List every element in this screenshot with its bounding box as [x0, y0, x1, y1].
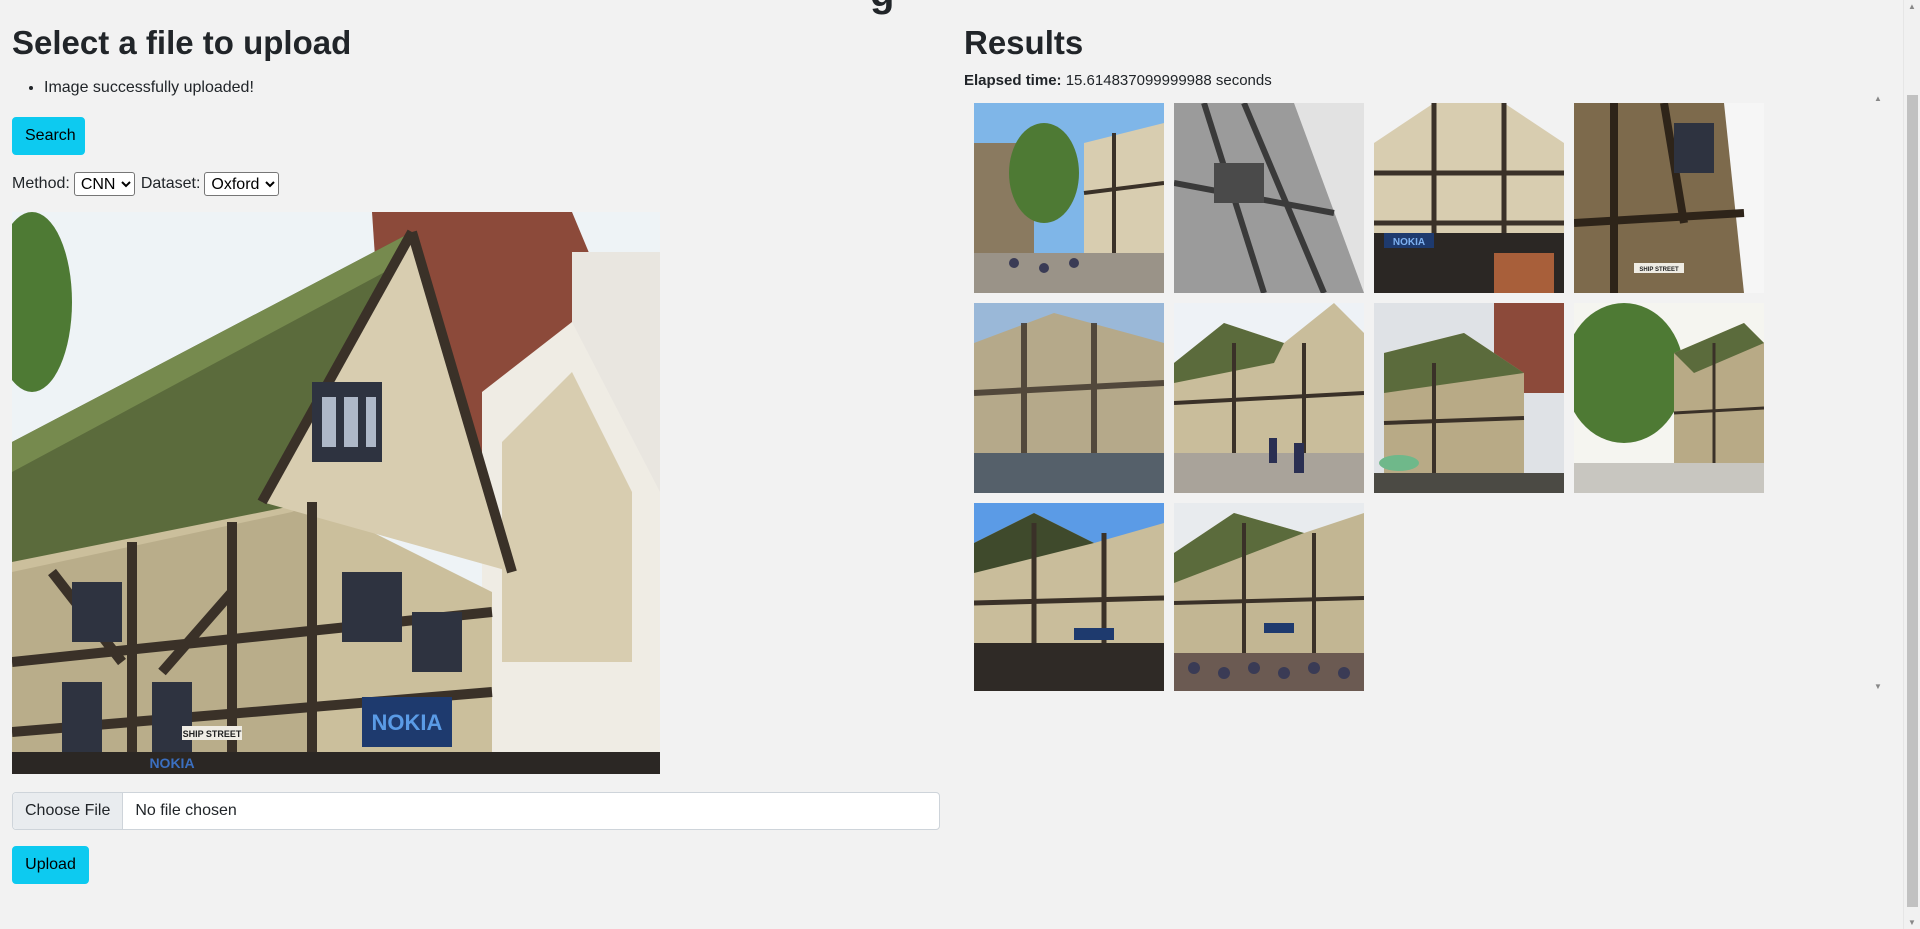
result-thumbnail[interactable]	[1374, 303, 1564, 493]
elapsed-value: 15.614837099999988 seconds	[1065, 72, 1272, 89]
tudor-building-image: NOKIA SHIP STREET NOKIA	[12, 212, 660, 774]
uploaded-image-preview: NOKIA SHIP STREET NOKIA	[12, 212, 660, 774]
page-scroll-thumb[interactable]	[1907, 95, 1918, 907]
result-thumbnail[interactable]	[974, 103, 1164, 293]
method-label: Method:	[12, 175, 70, 192]
result-thumbnail[interactable]	[1574, 303, 1764, 493]
dataset-label: Dataset:	[140, 175, 201, 192]
search-options: Method: CNN Dataset: Oxford	[12, 172, 280, 196]
ship-street-sign: SHIP STREET	[183, 729, 242, 739]
result-thumbnail[interactable]	[974, 503, 1164, 691]
results-title: Results	[964, 24, 1084, 61]
file-status: No file chosen	[135, 802, 237, 819]
results-scroll-area[interactable]: NOKIA SHIP STREET	[964, 94, 1876, 691]
results-grid: NOKIA SHIP STREET	[974, 103, 1764, 691]
flash-message: Image successfully uploaded!	[44, 79, 254, 97]
elapsed-label: Elapsed time:	[964, 72, 1062, 89]
results-scrollbar[interactable]: ▲ ▼	[1873, 94, 1885, 691]
upload-button[interactable]: Upload	[12, 846, 89, 884]
result-thumbnail[interactable]	[1174, 103, 1364, 293]
nokia-sign-text: NOKIA	[372, 710, 443, 735]
page-scroll-up-icon[interactable]: ▲	[1908, 2, 1916, 11]
result-thumbnail[interactable]	[1174, 303, 1364, 493]
result-thumbnail[interactable]: SHIP STREET	[1574, 103, 1764, 293]
page-heading-partial: g	[870, 0, 910, 13]
elapsed-time: Elapsed time: 15.614837099999988 seconds	[964, 72, 1272, 89]
dataset-select[interactable]: Oxford	[204, 172, 280, 196]
thumbnail-sign: SHIP STREET	[1639, 267, 1679, 273]
file-input[interactable]: Choose File No file chosen	[12, 792, 940, 830]
choose-file-button[interactable]: Choose File	[13, 793, 124, 829]
nokia-lower-sign: NOKIA	[149, 755, 194, 771]
result-thumbnail[interactable]	[1174, 503, 1364, 691]
scroll-up-arrow-icon[interactable]: ▲	[1874, 94, 1882, 103]
result-thumbnail[interactable]	[974, 303, 1164, 493]
page-scrollbar[interactable]: ▲ ▼	[1903, 0, 1920, 929]
search-button[interactable]: Search	[12, 117, 85, 155]
thumbnail-sign: NOKIA	[1393, 237, 1425, 248]
result-thumbnail[interactable]: NOKIA	[1374, 103, 1564, 293]
scroll-down-arrow-icon[interactable]: ▼	[1874, 682, 1882, 691]
flash-messages: Image successfully uploaded!	[12, 79, 254, 97]
page-scroll-down-icon[interactable]: ▼	[1908, 918, 1916, 927]
method-select[interactable]: CNN	[73, 172, 135, 196]
upload-title: Select a file to upload	[12, 24, 352, 61]
